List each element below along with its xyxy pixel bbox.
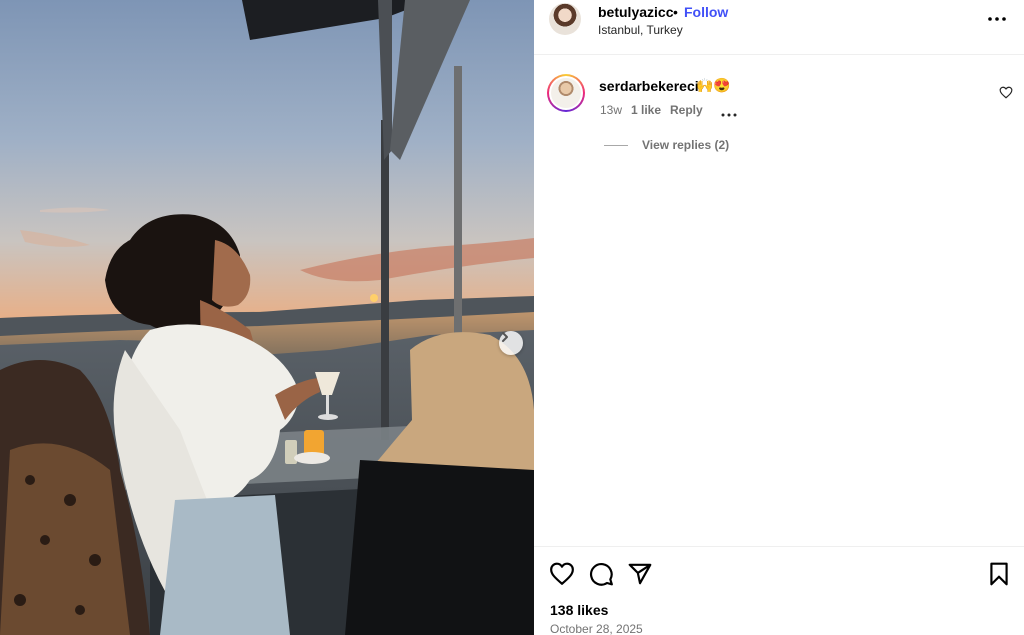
post-side-panel: betulyazicc • Follow Istanbul, Turkey se… — [534, 0, 1024, 635]
post-footer: 138 likes October 28, 2025 — [534, 546, 1024, 635]
post-options-button[interactable] — [984, 10, 1010, 28]
more-horizontal-icon — [721, 113, 737, 117]
likes-count[interactable]: 138 likes — [550, 602, 608, 618]
chevron-right-icon — [502, 332, 508, 342]
bookmark-icon[interactable] — [986, 561, 1012, 587]
commenter-avatar-border — [549, 76, 583, 110]
post-date[interactable]: October 28, 2025 — [550, 622, 643, 635]
commenter-avatar-ring[interactable] — [547, 74, 585, 112]
next-photo-button[interactable] — [499, 331, 523, 355]
view-replies-line — [604, 145, 628, 146]
comment-like-heart-icon[interactable] — [999, 86, 1013, 99]
post-photo[interactable] — [0, 0, 534, 635]
comment-text: 🙌😍 — [696, 77, 731, 93]
reply-button[interactable]: Reply — [670, 103, 703, 117]
photo-illustration — [0, 0, 534, 635]
share-icon[interactable] — [627, 561, 653, 587]
post-location[interactable]: Istanbul, Turkey — [598, 23, 683, 37]
commenter-username[interactable]: serdarbekereci — [599, 78, 699, 94]
follow-button[interactable]: Follow — [684, 4, 728, 20]
comment-likes[interactable]: 1 like — [631, 103, 661, 117]
commenter-avatar — [551, 78, 581, 108]
heart-icon[interactable] — [549, 561, 575, 587]
comment-options-button[interactable] — [720, 106, 738, 117]
more-horizontal-icon — [988, 17, 1006, 21]
author-username[interactable]: betulyazicc — [598, 4, 673, 20]
comment-icon[interactable] — [588, 561, 614, 587]
view-replies-button[interactable]: View replies (2) — [642, 138, 729, 152]
header-separator: • — [673, 4, 678, 20]
author-avatar[interactable] — [549, 3, 581, 35]
comment-time[interactable]: 13w — [600, 103, 622, 117]
post-header: betulyazicc • Follow Istanbul, Turkey — [534, 0, 1024, 55]
